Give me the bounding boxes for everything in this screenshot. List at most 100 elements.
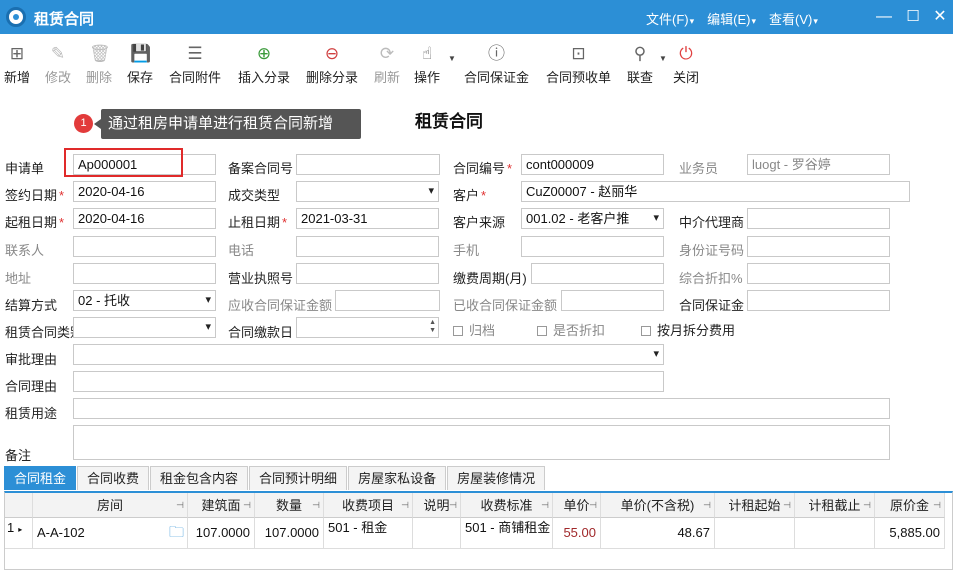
document-icon: ☰: [187, 44, 203, 63]
col-header-standard[interactable]: 收费标准 ⊣: [461, 493, 553, 518]
deposit-label: 合同保证金: [464, 70, 530, 85]
maximize-icon[interactable]: ☐: [903, 7, 923, 27]
delete-split-button[interactable]: ⊖ 删除分录: [306, 44, 358, 86]
col-header-price[interactable]: 单价 ⊣: [553, 493, 601, 518]
address-field[interactable]: [73, 263, 216, 284]
col-header-label: 收费标准: [480, 498, 533, 513]
col-header-label: 单价(不含税): [620, 498, 695, 513]
application-label: 申请单: [5, 161, 45, 176]
settle-select[interactable]: 02 - 托收: [73, 290, 216, 311]
col-header-label: 计租起始: [728, 498, 781, 513]
phone-field[interactable]: [296, 236, 439, 257]
start-date-field[interactable]: 2020-04-16: [73, 208, 216, 229]
archive-checkbox[interactable]: 归档: [453, 320, 495, 339]
idcard-field[interactable]: [747, 236, 890, 257]
cell-item[interactable]: 501 - 租金: [324, 518, 413, 549]
reason-field[interactable]: [73, 371, 664, 392]
end-date-field[interactable]: 2021-03-31: [296, 208, 439, 229]
minimize-icon[interactable]: —: [874, 7, 894, 27]
cell-note[interactable]: [413, 518, 461, 549]
cell-start[interactable]: [715, 518, 795, 549]
record-no-field[interactable]: [296, 154, 440, 175]
close-window-icon[interactable]: ✕: [930, 7, 950, 27]
cell-end[interactable]: [795, 518, 875, 549]
col-header-amount[interactable]: 原价金 ⊣: [875, 493, 945, 518]
delete-button[interactable]: 🗑 删除: [86, 44, 112, 86]
license-field[interactable]: [296, 263, 439, 284]
pin-icon: ⊣: [243, 500, 251, 510]
discounted-checkbox[interactable]: 是否折扣: [537, 320, 605, 339]
menu-view[interactable]: 查看(V): [769, 9, 818, 28]
source-select[interactable]: 001.02 - 老客户推: [521, 208, 664, 229]
pin-icon: ⊣: [312, 500, 320, 510]
cell-room[interactable]: A-A-102 🗀: [33, 518, 188, 549]
prereceipt-button[interactable]: ⊡ 合同预收单: [546, 44, 611, 86]
cell-price-ex-tax[interactable]: 48.67: [601, 518, 715, 549]
link-query-dropdown-icon[interactable]: ▼: [659, 54, 667, 63]
info-circle-icon: ⓘ: [488, 44, 505, 63]
pay-day-field[interactable]: ▲ ▼: [296, 317, 439, 338]
tab-decoration[interactable]: 房屋装修情况: [447, 466, 546, 490]
cell-qty[interactable]: 107.0000: [255, 518, 324, 549]
col-header-room[interactable]: 房间 ⊣: [33, 493, 188, 518]
close-button[interactable]: ⏻ 关闭: [673, 44, 699, 86]
customer-field[interactable]: CuZ00007 - 赵丽华: [521, 181, 910, 202]
col-header-price-ex-tax[interactable]: 单价(不含税) ⊣: [601, 493, 715, 518]
deposit-field[interactable]: [747, 290, 890, 311]
refresh-label: 刷新: [374, 70, 401, 85]
pin-icon: ⊣: [449, 500, 457, 510]
pay-period-field[interactable]: [531, 263, 664, 284]
tab-rent-contents[interactable]: 租金包含内容: [150, 466, 249, 490]
pin-icon: ⊣: [401, 500, 409, 510]
insert-split-button[interactable]: ⊕ 插入分录: [238, 44, 290, 86]
plus-circle-icon: ⊕: [256, 44, 272, 63]
refresh-button[interactable]: ⟳ 刷新: [374, 44, 400, 86]
edit-button[interactable]: ✎ 修改: [45, 44, 71, 86]
tab-furniture[interactable]: 房屋家私设备: [348, 466, 447, 490]
discount-field[interactable]: [747, 263, 890, 284]
menu-file[interactable]: 文件(F): [646, 9, 694, 28]
settle-label: 结算方式: [5, 298, 58, 313]
salesman-field[interactable]: luogt - 罗谷婷: [747, 154, 890, 175]
approval-label: 审批理由: [5, 352, 58, 367]
approval-select[interactable]: [73, 344, 664, 365]
attachment-button[interactable]: ☰ 合同附件: [169, 44, 221, 86]
col-header-qty[interactable]: 数量 ⊣: [255, 493, 324, 518]
purpose-field[interactable]: [73, 398, 890, 419]
link-query-button[interactable]: ⚲ 联查: [627, 44, 653, 86]
sign-date-field[interactable]: 2020-04-16: [73, 181, 216, 202]
remark-field[interactable]: [73, 425, 890, 460]
deal-type-select[interactable]: [296, 181, 439, 202]
cell-standard[interactable]: 501 - 商铺租金: [461, 518, 553, 549]
cell-area[interactable]: 107.0000: [188, 518, 255, 549]
col-header-item[interactable]: 收费项目 ⊣: [324, 493, 413, 518]
mobile-field[interactable]: [521, 236, 664, 257]
col-header-area[interactable]: 建筑面 ⊣: [188, 493, 255, 518]
source-label: 客户来源: [453, 215, 506, 230]
monthly-split-checkbox[interactable]: 按月拆分费用: [641, 320, 735, 339]
col-header-note[interactable]: 说明 ⊣: [413, 493, 461, 518]
tab-forecast[interactable]: 合同预计明细: [249, 466, 348, 490]
folder-icon[interactable]: 🗀: [169, 518, 184, 547]
spinner-icon[interactable]: ▲ ▼: [429, 319, 436, 335]
menu-edit[interactable]: 编辑(E): [707, 9, 756, 28]
contract-no-field[interactable]: cont000009: [521, 154, 664, 175]
cell-price[interactable]: 55.00: [553, 518, 601, 549]
new-button[interactable]: ⊞ 新增: [4, 44, 30, 86]
col-header-end[interactable]: 计租截止 ⊣: [795, 493, 875, 518]
cell-room-value: A-A-102: [37, 525, 85, 540]
refresh-icon: ⟳: [379, 44, 395, 63]
agent-field[interactable]: [747, 208, 890, 229]
received-deposit-field[interactable]: [561, 290, 664, 311]
operate-dropdown-icon[interactable]: ▼: [448, 54, 456, 63]
cell-amount[interactable]: 5,885.00: [875, 518, 945, 549]
col-header-start[interactable]: 计租起始 ⊣: [715, 493, 795, 518]
tab-charges[interactable]: 合同收费: [77, 466, 150, 490]
operate-button[interactable]: ☝ 操作: [414, 44, 440, 86]
save-button[interactable]: 💾 保存: [127, 44, 153, 86]
due-deposit-field[interactable]: [335, 290, 440, 311]
tab-rent[interactable]: 合同租金: [4, 466, 77, 490]
contract-type-select[interactable]: [73, 317, 216, 338]
contact-field[interactable]: [73, 236, 216, 257]
deposit-button[interactable]: ⓘ 合同保证金: [464, 44, 529, 86]
